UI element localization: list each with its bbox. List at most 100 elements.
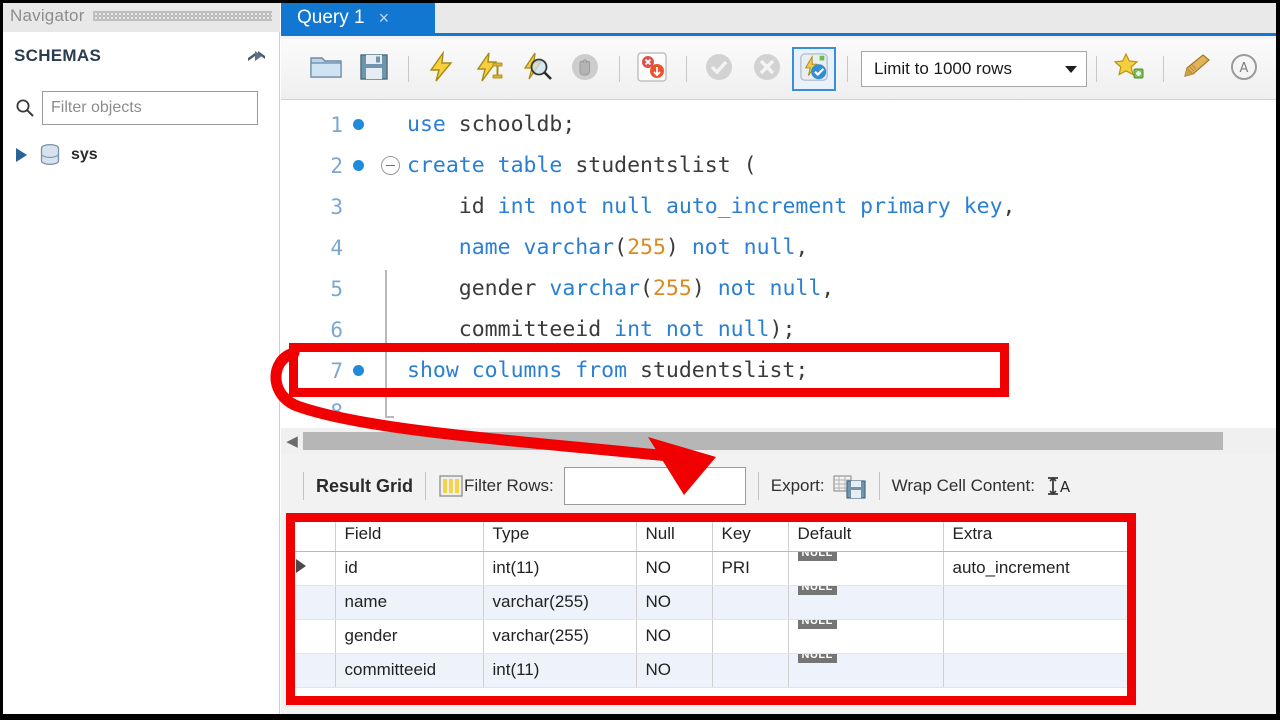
execute-current-statement-button[interactable] — [466, 46, 512, 92]
null-badge: NULL — [797, 653, 837, 663]
editor-line-1[interactable]: 1 use schooldb; — [281, 104, 1280, 145]
filter-objects-input[interactable] — [42, 91, 258, 125]
column-header-field[interactable]: Field — [335, 517, 484, 552]
cell-default[interactable]: NULL — [788, 653, 944, 688]
rollback-button[interactable] — [744, 46, 790, 92]
statement-dot-icon — [352, 160, 364, 171]
table-row[interactable]: gender varchar(255) NO NULL — [287, 619, 1134, 654]
breakpoint-marker[interactable] — [343, 160, 373, 171]
table-row[interactable]: name varchar(255) NO NULL — [287, 585, 1134, 620]
column-header-null[interactable]: Null — [636, 517, 713, 552]
scrollbar-track[interactable] — [303, 432, 1280, 450]
beautify-query-button[interactable] — [1173, 46, 1219, 92]
column-header-default[interactable]: Default — [788, 517, 944, 552]
scrollbar-thumb[interactable] — [303, 432, 1223, 450]
scroll-left-icon[interactable]: ◀ — [281, 434, 303, 449]
stop-hand-icon — [570, 52, 600, 87]
sql-editor-toolbar: Limit to 1000 rows A — [281, 39, 1280, 100]
result-grid[interactable]: Field Type Null Key Default Extra id int(11) NO… — [286, 516, 1134, 702]
cell-key[interactable] — [712, 653, 789, 688]
editor-line-3[interactable]: 3 id int not null auto_increment primary… — [281, 186, 1280, 227]
cell-null[interactable]: NO — [636, 551, 713, 586]
current-row-icon — [296, 559, 306, 573]
cell-type[interactable]: varchar(255) — [483, 619, 637, 654]
lightning-bolt-icon — [426, 49, 456, 88]
broom-icon — [1179, 52, 1213, 87]
editor-horizontal-scrollbar[interactable]: ◀ — [281, 428, 1280, 454]
stop-statement-button[interactable] — [562, 46, 608, 92]
cell-field[interactable]: name — [335, 585, 484, 620]
result-grid-label[interactable]: Result Grid — [316, 476, 413, 497]
row-marker[interactable] — [287, 585, 336, 620]
folder-icon — [309, 53, 343, 86]
breakpoint-marker[interactable] — [343, 119, 373, 130]
cell-extra[interactable] — [943, 653, 1134, 688]
column-header-extra[interactable]: Extra — [943, 517, 1134, 552]
execute-statement-button[interactable] — [418, 46, 464, 92]
cell-default[interactable]: NULL — [788, 551, 944, 586]
toggle-autocommit-button[interactable] — [792, 47, 836, 91]
export-save-icon[interactable] — [833, 474, 867, 499]
table-row[interactable]: id int(11) NO PRI NULL auto_increment — [287, 551, 1134, 586]
cell-key[interactable]: PRI — [712, 551, 789, 586]
navigator-grip[interactable] — [92, 11, 272, 21]
fold-collapse-icon[interactable] — [380, 156, 400, 175]
column-header-key[interactable]: Key — [712, 517, 789, 552]
row-limit-select[interactable]: Limit to 1000 rows — [861, 51, 1087, 87]
cell-extra[interactable] — [943, 619, 1134, 654]
commit-button[interactable] — [696, 46, 742, 92]
tab-query-1[interactable]: Query 1 × — [281, 0, 435, 36]
breakpoint-marker[interactable] — [343, 365, 373, 376]
cell-null[interactable]: NO — [636, 619, 713, 654]
statement-dot-icon — [352, 119, 364, 130]
cell-field[interactable]: gender — [335, 619, 484, 654]
svg-text:A: A — [1060, 478, 1071, 496]
cell-field[interactable]: id — [335, 551, 484, 586]
row-marker[interactable] — [287, 653, 336, 688]
chevron-down-icon[interactable] — [1065, 65, 1077, 73]
cell-type[interactable]: varchar(255) — [483, 585, 637, 620]
toggle-stop-on-error-button[interactable] — [629, 46, 675, 92]
collapsed-triangle-icon[interactable] — [16, 148, 27, 162]
editor-line-7[interactable]: 7 show columns from studentslist; — [281, 350, 1280, 391]
cell-null[interactable]: NO — [636, 585, 713, 620]
sidebar-item-sys[interactable]: sys — [0, 140, 280, 170]
cell-extra[interactable]: auto_increment — [943, 551, 1134, 586]
navigator-title: Navigator — [10, 6, 85, 25]
table-body: id int(11) NO PRI NULL auto_increment name varc… — [287, 551, 1134, 688]
wrap-text-icon[interactable]: A — [1045, 474, 1073, 498]
cell-key[interactable] — [712, 585, 789, 620]
editor-line-2[interactable]: 2 create table studentslist ( — [281, 145, 1280, 186]
save-snippet-button[interactable] — [1106, 46, 1152, 92]
grid-view-icon[interactable] — [438, 474, 464, 498]
cell-null[interactable]: NO — [636, 653, 713, 688]
cell-key[interactable] — [712, 619, 789, 654]
fold-toggle[interactable] — [373, 156, 407, 175]
sql-editor[interactable]: 1 use schooldb; 2 create table studentslist… — [281, 100, 1280, 430]
main-area: Query 1 × Limit to 1000 rows A 1 use sch… — [281, 0, 1280, 716]
refresh-icon[interactable] — [246, 47, 268, 65]
cell-default[interactable]: NULL — [788, 585, 944, 620]
filter-rows-input[interactable] — [563, 467, 746, 505]
editor-line-6[interactable]: 6 committeeid int not null); — [281, 309, 1280, 350]
explain-statement-button[interactable] — [514, 46, 560, 92]
null-badge: NULL — [797, 585, 837, 595]
open-sql-script-button[interactable] — [303, 46, 349, 92]
save-sql-script-button[interactable] — [351, 46, 397, 92]
column-header-type[interactable]: Type — [483, 517, 637, 552]
cell-field[interactable]: committeeid — [335, 653, 484, 688]
line-number: 8 — [330, 399, 343, 424]
row-marker[interactable] — [287, 551, 336, 586]
close-icon[interactable]: × — [379, 9, 390, 27]
circle-a-icon: A — [1230, 53, 1258, 86]
editor-line-5[interactable]: 5 gender varchar(255) not null, — [281, 268, 1280, 309]
toggle-autocompletion-button[interactable]: A — [1221, 46, 1267, 92]
table-row[interactable]: committeeid int(11) NO NULL — [287, 653, 1134, 688]
row-marker[interactable] — [287, 619, 336, 654]
cell-type[interactable]: int(11) — [483, 653, 637, 688]
cell-type[interactable]: int(11) — [483, 551, 637, 586]
cell-extra[interactable] — [943, 585, 1134, 620]
cell-default[interactable]: NULL — [788, 619, 944, 654]
editor-line-8[interactable]: 8 — [281, 391, 1280, 432]
editor-line-4[interactable]: 4 name varchar(255) not null, — [281, 227, 1280, 268]
